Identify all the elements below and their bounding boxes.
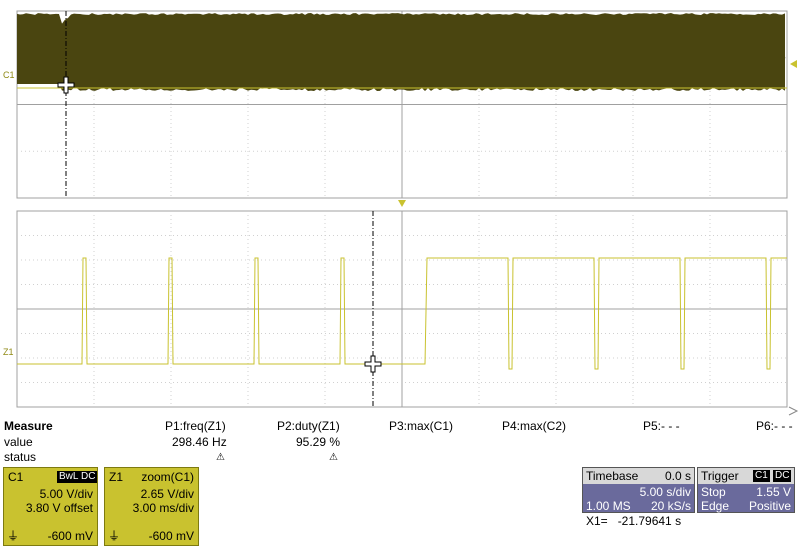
- top-waveform-panel[interactable]: C1: [3, 11, 797, 207]
- c1-envelope-trace: [17, 13, 785, 91]
- measure-title: Measure: [4, 419, 53, 433]
- c1-bwl-tag: BwL: [57, 471, 80, 483]
- axis-arrow-icon: [789, 407, 797, 415]
- c1-channel-descriptor[interactable]: C1 BwL DC 5.00 V/div 3.80 V offset ⏚ -60…: [3, 467, 98, 546]
- c1-foot-value: -600 mV: [48, 529, 93, 543]
- z1-channel-descriptor[interactable]: Z1 zoom(C1) 2.65 V/div 3.00 ms/div ⏚ -60…: [104, 467, 199, 546]
- timebase-descriptor[interactable]: Timebase 0.0 s 5.00 s/div 1.00 MS 20 kS/…: [582, 467, 695, 513]
- c1-coupling-tag: DC: [79, 471, 97, 483]
- param-p2-name[interactable]: P2:duty(Z1): [277, 419, 340, 433]
- param-p1-value: 298.46 Hz: [172, 435, 227, 449]
- trigger-position-marker: [398, 200, 406, 207]
- z1-tdiv: 3.00 ms/div: [133, 501, 194, 515]
- param-p6-name[interactable]: P6:- - -: [756, 419, 793, 433]
- z1-name: Z1: [109, 470, 123, 484]
- param-p4-name[interactable]: P4:max(C2): [502, 419, 566, 433]
- timebase-title: Timebase: [586, 469, 638, 483]
- trigger-level: 1.55 V: [756, 485, 791, 499]
- param-p2-value: 95.29 %: [296, 435, 340, 449]
- timebase-delay: 0.0 s: [665, 469, 691, 483]
- trigger-coupling-tag: DC: [773, 470, 791, 482]
- trigger-title: Trigger: [701, 469, 739, 483]
- z1-marker-label: Z1: [3, 347, 14, 357]
- c1-name: C1: [8, 470, 23, 484]
- trigger-mode: Stop: [701, 485, 726, 499]
- measure-value-label: value: [4, 435, 33, 449]
- z1-source: zoom(C1): [141, 470, 194, 484]
- trigger-level-marker: [790, 60, 797, 68]
- timebase-sdiv: 5.00 s/div: [640, 485, 691, 499]
- trigger-descriptor[interactable]: Trigger C1 DC Stop 1.55 V Edge Positive: [697, 467, 795, 513]
- c1-vdiv: 5.00 V/div: [40, 487, 93, 501]
- z1-foot-value: -600 mV: [149, 529, 194, 543]
- measure-status-label: status: [4, 450, 36, 464]
- trigger-source-tag: C1: [753, 470, 770, 482]
- warning-icon: ⚠: [216, 452, 225, 463]
- trigger-type: Edge: [701, 499, 729, 513]
- ground-icon: ⏚: [7, 527, 19, 544]
- cursor-readout: X1= -21.79641 s: [586, 514, 681, 528]
- c1-offset: 3.80 V offset: [26, 501, 93, 515]
- scope-display[interactable]: C1 Z1: [0, 0, 804, 417]
- timebase-samples: 1.00 MS: [586, 499, 631, 513]
- zoom-waveform-panel[interactable]: Z1: [3, 211, 797, 415]
- param-p5-name[interactable]: P5:- - -: [643, 419, 680, 433]
- c1-marker-label: C1: [3, 70, 15, 80]
- ground-icon: ⏚: [108, 527, 120, 544]
- z1-vdiv: 2.65 V/div: [141, 487, 194, 501]
- measure-table: Measure P1:freq(Z1) P2:duty(Z1) P3:max(C…: [0, 417, 804, 465]
- timebase-rate: 20 kS/s: [651, 499, 691, 513]
- param-p1-name[interactable]: P1:freq(Z1): [165, 419, 226, 433]
- warning-icon: ⚠: [329, 452, 338, 463]
- trigger-slope: Positive: [749, 499, 791, 513]
- param-p3-name[interactable]: P3:max(C1): [389, 419, 453, 433]
